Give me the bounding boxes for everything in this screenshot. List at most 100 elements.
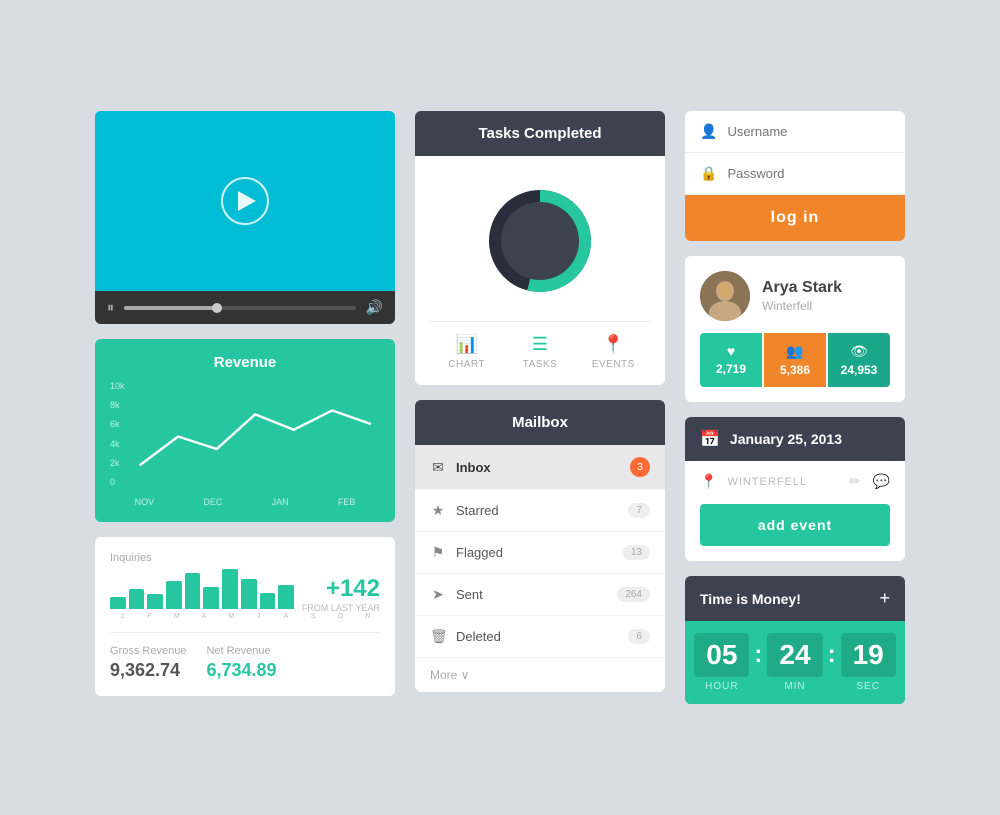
location-icon: 📍 [700,473,717,490]
mailbox-item-inbox[interactable]: ✉ Inbox 3 [415,445,665,490]
add-event-button[interactable]: add event [700,504,890,546]
volume-icon[interactable]: 🔊 [366,299,383,316]
bar-1 [110,597,126,609]
tab-chart[interactable]: 📊 CHART [430,334,503,370]
revenue-row: Gross Revenue 9,362.74 Net Revenue 6,734… [110,632,380,681]
video-player: ⏸ 🔊 [95,111,395,324]
bar-lbl-m2: M [219,613,243,620]
location-text: WINTERFELL [727,476,838,488]
pause-button[interactable]: ⏸ [107,299,114,316]
profile-card: Arya Stark Winterfell ♥ 2,719 👥 5,386 👁 … [685,256,905,402]
bar-5 [185,573,201,609]
likes-button[interactable]: ♥ 2,719 [700,333,762,387]
profile-info: Arya Stark Winterfell [762,279,842,313]
mailbox-item-starred[interactable]: ★ Starred 7 [415,490,665,532]
bar-lbl-j: J [110,613,134,620]
tab-tasks[interactable]: ☰ TASKS [503,334,576,370]
net-value: 6,734.89 [206,660,276,681]
inquiries-label: Inquiries [110,552,380,564]
donut-percentage: 79% [519,226,560,256]
avatar-image [700,271,750,321]
play-button[interactable] [221,177,269,225]
dashboard: ⏸ 🔊 Revenue 10k 8k 6k 4k 2k 0 [95,111,905,704]
inbox-label: Inbox [456,460,630,475]
mailbox-more[interactable]: More ∨ [415,658,665,692]
tasks-icon: ☰ [532,334,548,355]
password-input[interactable] [727,166,890,181]
bar-lbl-o: O [328,613,352,620]
mailbox-card: Mailbox ✉ Inbox 3 ★ Starred 7 ⚑ Flagged … [415,400,665,692]
heart-icon: ♥ [727,343,735,359]
hours-value: 05 [694,633,749,677]
deleted-count: 6 [628,629,650,644]
bar-lbl-a: A [192,613,216,620]
views-button[interactable]: 👁 24,953 [828,333,890,387]
progress-bar[interactable] [124,306,356,310]
inquiries-section: Inquiries +142 [110,552,380,620]
colon-2: : [828,641,836,669]
deleted-icon: 🗑 [430,628,446,645]
donut-center: 79% [519,226,560,257]
x-label-feb: FEB [338,497,356,507]
avatar [700,271,750,321]
inbox-icon: ✉ [430,459,446,476]
calendar-actions: ✏ 💬 [849,473,890,490]
tasks-tabs: 📊 CHART ☰ TASKS 📍 EVENTS [430,321,650,370]
mailbox-title: Mailbox [429,414,651,431]
people-icon: 👥 [786,343,803,360]
timer-seconds: 19 SEC [841,633,896,692]
bar-labels: J F M A M J A S O N [110,613,380,620]
bar-3 [147,594,163,609]
seconds-value: 19 [841,633,896,677]
tab-events[interactable]: 📍 EVENTS [577,334,650,370]
tasks-card: Tasks Completed 79% [415,111,665,385]
progress-fill [124,306,217,310]
minutes-label: MIN [784,681,805,692]
likes-count: 2,719 [716,362,746,376]
bar-lbl-n2: N [356,613,380,620]
sent-icon: ➤ [430,586,446,603]
login-card: 👤 🔒 log in [685,111,905,241]
bar-9 [260,593,276,609]
bar-lbl-s: S [301,613,325,620]
profile-top: Arya Stark Winterfell [700,271,890,321]
bar-2 [129,589,145,609]
gross-revenue: Gross Revenue 9,362.74 [110,645,186,681]
gross-value: 9,362.74 [110,660,186,681]
tasks-header: Tasks Completed [415,111,665,156]
seconds-label: SEC [856,681,880,692]
y-label-2k: 2k [110,458,125,468]
donut-container: 79% [475,176,605,306]
x-label-jan: JAN [272,497,289,507]
middle-column: Tasks Completed 79% [415,111,665,692]
minutes-value: 24 [767,633,822,677]
inquiries-bars [110,569,294,609]
calendar-date: January 25, 2013 [730,431,842,447]
mailbox-item-deleted[interactable]: 🗑 Deleted 6 [415,616,665,658]
login-button[interactable]: log in [685,195,905,241]
hours-label: HOUR [705,681,738,692]
followers-button[interactable]: 👥 5,386 [764,333,826,387]
chart-label: CHART [448,359,485,370]
right-column: 👤 🔒 log in [685,111,905,704]
chat-icon[interactable]: 💬 [873,473,890,490]
bar-6 [203,587,219,609]
flagged-count: 13 [623,545,650,560]
bar-lbl-f: F [137,613,161,620]
stats-card: Inquiries +142 [95,537,395,696]
video-controls: ⏸ 🔊 [95,291,395,324]
y-label-4k: 4k [110,439,125,449]
video-screen[interactable] [95,111,395,291]
pct-value: 79 [519,226,548,256]
starred-icon: ★ [430,502,446,519]
gross-label: Gross Revenue [110,645,186,657]
tasks-label: TASKS [523,359,558,370]
mailbox-item-flagged[interactable]: ⚑ Flagged 13 [415,532,665,574]
mailbox-item-sent[interactable]: ➤ Sent 264 [415,574,665,616]
flagged-icon: ⚑ [430,544,446,561]
starred-count: 7 [628,503,650,518]
calendar-icon: 📅 [700,429,720,449]
timer-add-button[interactable]: + [879,588,890,609]
username-input[interactable] [727,124,890,139]
edit-icon[interactable]: ✏ [849,473,861,490]
